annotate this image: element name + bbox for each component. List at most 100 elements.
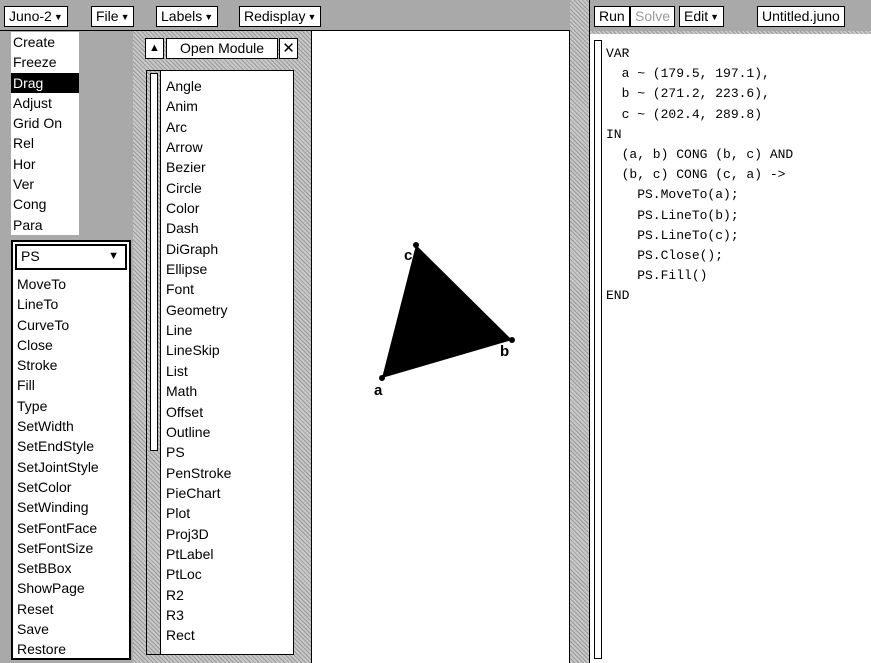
point-b-handle[interactable] [509,337,515,343]
code-line: PS.LineTo(b); [606,207,739,223]
procedure-item[interactable]: MoveTo [17,274,127,294]
module-item[interactable]: Bezier [166,157,231,177]
procedure-item[interactable]: Type [17,396,127,416]
module-item[interactable]: Proj3D [166,524,231,544]
module-item[interactable]: PtLabel [166,544,231,564]
module-menu[interactable]: Juno-2 ▼ [4,6,68,27]
procedure-item[interactable]: Fill [17,375,127,395]
point-a-label: a [374,382,383,399]
chevron-down-icon: ▼ [204,12,214,22]
command-ver[interactable]: Ver [11,174,79,194]
module-item[interactable]: PS [166,442,231,462]
module-selector-value: PS [21,248,40,264]
window-divider[interactable] [569,0,590,663]
code-line: PS.MoveTo(a); [606,187,739,203]
module-item[interactable]: Anim [166,96,231,116]
module-item[interactable]: PenStroke [166,463,231,483]
module-item[interactable]: Rect [166,625,231,645]
filename-field[interactable]: Untitled.juno [757,6,845,27]
module-item[interactable]: Plot [166,503,231,523]
module-listbox: Angle Anim Arc Arrow Bezier Circle Color… [146,70,294,655]
chevron-down-icon: ▼ [710,12,720,22]
module-item[interactable]: Line [166,320,231,340]
point-c-handle[interactable] [413,242,419,248]
code-line: (a, b) CONG (b, c) AND [606,147,794,163]
edit-menu[interactable]: Edit ▼ [679,6,725,27]
collapse-up-icon[interactable]: ▲ [145,38,164,59]
point-a-handle[interactable] [379,375,385,381]
module-item[interactable]: PtLoc [166,564,231,584]
module-item[interactable]: Angle [166,76,231,96]
open-module-title[interactable]: Open Module [166,38,278,59]
procedure-item[interactable]: SetJointStyle [17,457,127,477]
procedure-item[interactable]: Restore [17,639,127,659]
module-list: Angle Anim Arc Arrow Bezier Circle Color… [166,76,231,646]
module-item[interactable]: Font [166,279,231,299]
drawing-canvas[interactable]: a b c [312,31,569,663]
command-cong[interactable]: Cong [11,194,79,214]
run-button[interactable]: Run [594,6,630,27]
redisplay-menu-label: Redisplay [244,8,306,24]
procedure-item[interactable]: Save [17,619,127,639]
module-item[interactable]: LineSkip [166,340,231,360]
command-adjust[interactable]: Adjust [11,93,79,113]
command-hor[interactable]: Hor [11,154,79,174]
solve-button[interactable]: Solve [630,6,676,27]
command-freeze[interactable]: Freeze [11,52,79,72]
redisplay-menu[interactable]: Redisplay ▼ [239,6,322,27]
procedure-item[interactable]: SetFontFace [17,518,127,538]
module-item[interactable]: Ellipse [166,259,231,279]
module-item[interactable]: Arrow [166,137,231,157]
code-editor[interactable]: VAR a ~ (179.5, 197.1), b ~ (271.2, 223.… [590,34,871,663]
module-item[interactable]: R2 [166,585,231,605]
module-item[interactable]: Geometry [166,300,231,320]
editor-toolbar: Run Solve Edit ▼ Untitled.juno [590,0,871,31]
file-menu[interactable]: File ▼ [91,6,135,27]
code-text[interactable]: VAR a ~ (179.5, 197.1), b ~ (271.2, 223.… [606,44,793,307]
command-para[interactable]: Para [11,215,79,235]
command-drag[interactable]: Drag [11,72,79,93]
procedure-item[interactable]: SetFontSize [17,538,127,558]
procedure-item[interactable]: ShowPage [17,578,127,598]
command-create[interactable]: Create [11,32,79,52]
procedure-item[interactable]: CurveTo [17,315,127,335]
module-item[interactable]: Arc [166,117,231,137]
procedure-item[interactable]: SetEndStyle [17,436,127,456]
open-module-header: ▲ Open Module ✕ [142,36,298,62]
scrollbar-thumb[interactable] [150,73,158,451]
module-item[interactable]: Circle [166,178,231,198]
module-item[interactable]: DiGraph [166,239,231,259]
procedure-item[interactable]: LineTo [17,294,127,314]
code-line: PS.Fill() [606,268,708,284]
module-item[interactable]: Outline [166,422,231,442]
module-item[interactable]: Math [166,381,231,401]
command-grid-on[interactable]: Grid On [11,113,79,133]
chevron-down-icon: ▼ [307,12,317,22]
procedure-item[interactable]: Reset [17,599,127,619]
command-rel[interactable]: Rel [11,133,79,153]
open-module-panel: ▲ Open Module ✕ Angle Anim Arc Arrow Bez… [138,32,306,660]
code-line: a ~ (179.5, 197.1), [606,66,770,82]
module-scrollbar[interactable] [147,71,161,654]
procedure-item[interactable]: SetBBox [17,558,127,578]
module-item[interactable]: PieChart [166,483,231,503]
edit-menu-label: Edit [684,8,709,24]
labels-menu[interactable]: Labels ▼ [156,6,219,27]
module-item[interactable]: R3 [166,605,231,625]
module-menu-label: Juno-2 [9,8,52,24]
module-item[interactable]: List [166,361,231,381]
module-item[interactable]: Color [166,198,231,218]
filled-triangle [382,245,512,378]
procedure-item[interactable]: SetColor [17,477,127,497]
module-item[interactable]: Dash [166,218,231,238]
drawing-svg [379,242,515,381]
procedure-item[interactable]: Close [17,335,127,355]
code-line: PS.LineTo(c); [606,227,739,243]
procedure-item[interactable]: SetWinding [17,497,127,517]
module-selector[interactable]: PS ▼ [15,244,127,270]
procedure-item[interactable]: SetWidth [17,416,127,436]
module-item[interactable]: Offset [166,402,231,422]
close-icon[interactable]: ✕ [279,38,298,59]
procedure-item[interactable]: Stroke [17,355,127,375]
point-b-label: b [500,343,510,360]
